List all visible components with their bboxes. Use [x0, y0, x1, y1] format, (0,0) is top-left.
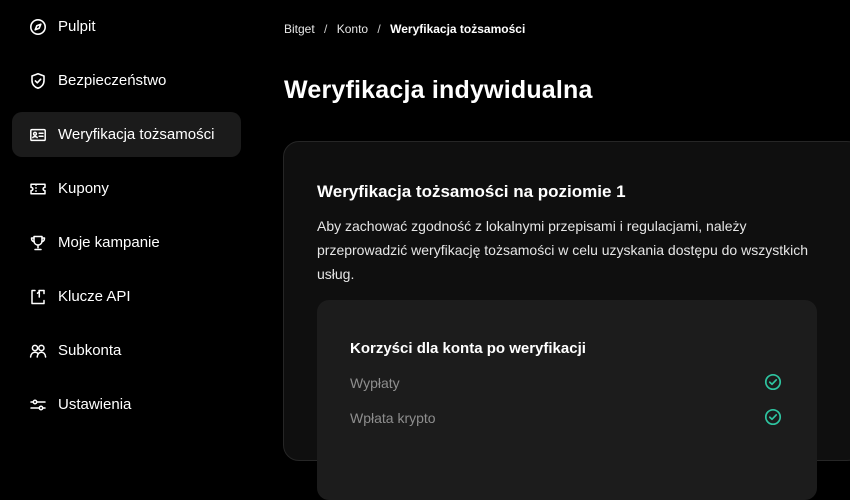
trophy-icon [29, 234, 47, 252]
breadcrumb-separator: / [324, 22, 328, 36]
coupon-ticket-icon [29, 180, 47, 198]
breadcrumb: Bitget / Konto / Weryfikacja tożsamości [284, 22, 525, 36]
api-key-icon [29, 288, 47, 306]
sidebar-item-ustawienia[interactable]: Ustawienia [12, 382, 241, 427]
page-title: Weryfikacja indywidualna [284, 76, 593, 104]
main-content: Bitget / Konto / Weryfikacja tożsamości … [255, 0, 850, 500]
breadcrumb-current: Weryfikacja tożsamości [390, 22, 526, 36]
breadcrumb-link-konto[interactable]: Konto [337, 22, 368, 36]
dashboard-compass-icon [29, 18, 47, 36]
verification-level-card: Weryfikacja tożsamości na poziomie 1 Aby… [283, 141, 850, 500]
sidebar-item-kupony[interactable]: Kupony [12, 166, 241, 211]
shield-check-icon [29, 72, 47, 90]
sidebar-item-label: Bezpieczeństwo [58, 72, 167, 89]
sidebar-item-label: Kupony [58, 180, 109, 197]
card-description: Aby zachować zgodność z lokalnymi przepi… [317, 218, 808, 282]
benefit-row: Wypłaty [350, 373, 782, 393]
benefit-label: Wypłaty [350, 375, 400, 391]
sidebar-item-weryfikacja[interactable]: Weryfikacja tożsamości [12, 112, 241, 157]
card-title: Weryfikacja tożsamości na poziomie 1 [317, 182, 626, 201]
sidebar-item-moje-kampanie[interactable]: Moje kampanie [12, 220, 241, 265]
sidebar-item-label: Moje kampanie [58, 234, 160, 251]
sidebar: Pulpit Bezpieczeństwo Weryfikacja tożsam… [0, 0, 255, 435]
benefits-panel: Korzyści dla konta po weryfikacji Wypłat… [317, 300, 817, 500]
sidebar-item-klucze-api[interactable]: Klucze API [12, 274, 241, 319]
benefits-title: Korzyści dla konta po weryfikacji [350, 340, 586, 357]
benefit-label: Wpłata krypto [350, 410, 436, 426]
sidebar-item-pulpit[interactable]: Pulpit [12, 4, 241, 49]
breadcrumb-separator: / [377, 22, 381, 36]
users-icon [29, 342, 47, 360]
sidebar-item-label: Pulpit [58, 18, 96, 35]
sidebar-item-label: Klucze API [58, 288, 131, 305]
sidebar-item-subkonta[interactable]: Subkonta [12, 328, 241, 373]
sidebar-item-label: Weryfikacja tożsamości [58, 126, 215, 143]
id-card-icon [29, 126, 47, 144]
sliders-icon [29, 396, 47, 414]
benefit-row: Wpłata krypto [350, 408, 782, 428]
check-circle-icon [764, 408, 782, 426]
sidebar-item-bezpieczenstwo[interactable]: Bezpieczeństwo [12, 58, 241, 103]
check-circle-icon [764, 373, 782, 391]
sidebar-item-label: Subkonta [58, 342, 122, 359]
breadcrumb-link-bitget[interactable]: Bitget [284, 22, 315, 36]
sidebar-item-label: Ustawienia [58, 396, 132, 413]
